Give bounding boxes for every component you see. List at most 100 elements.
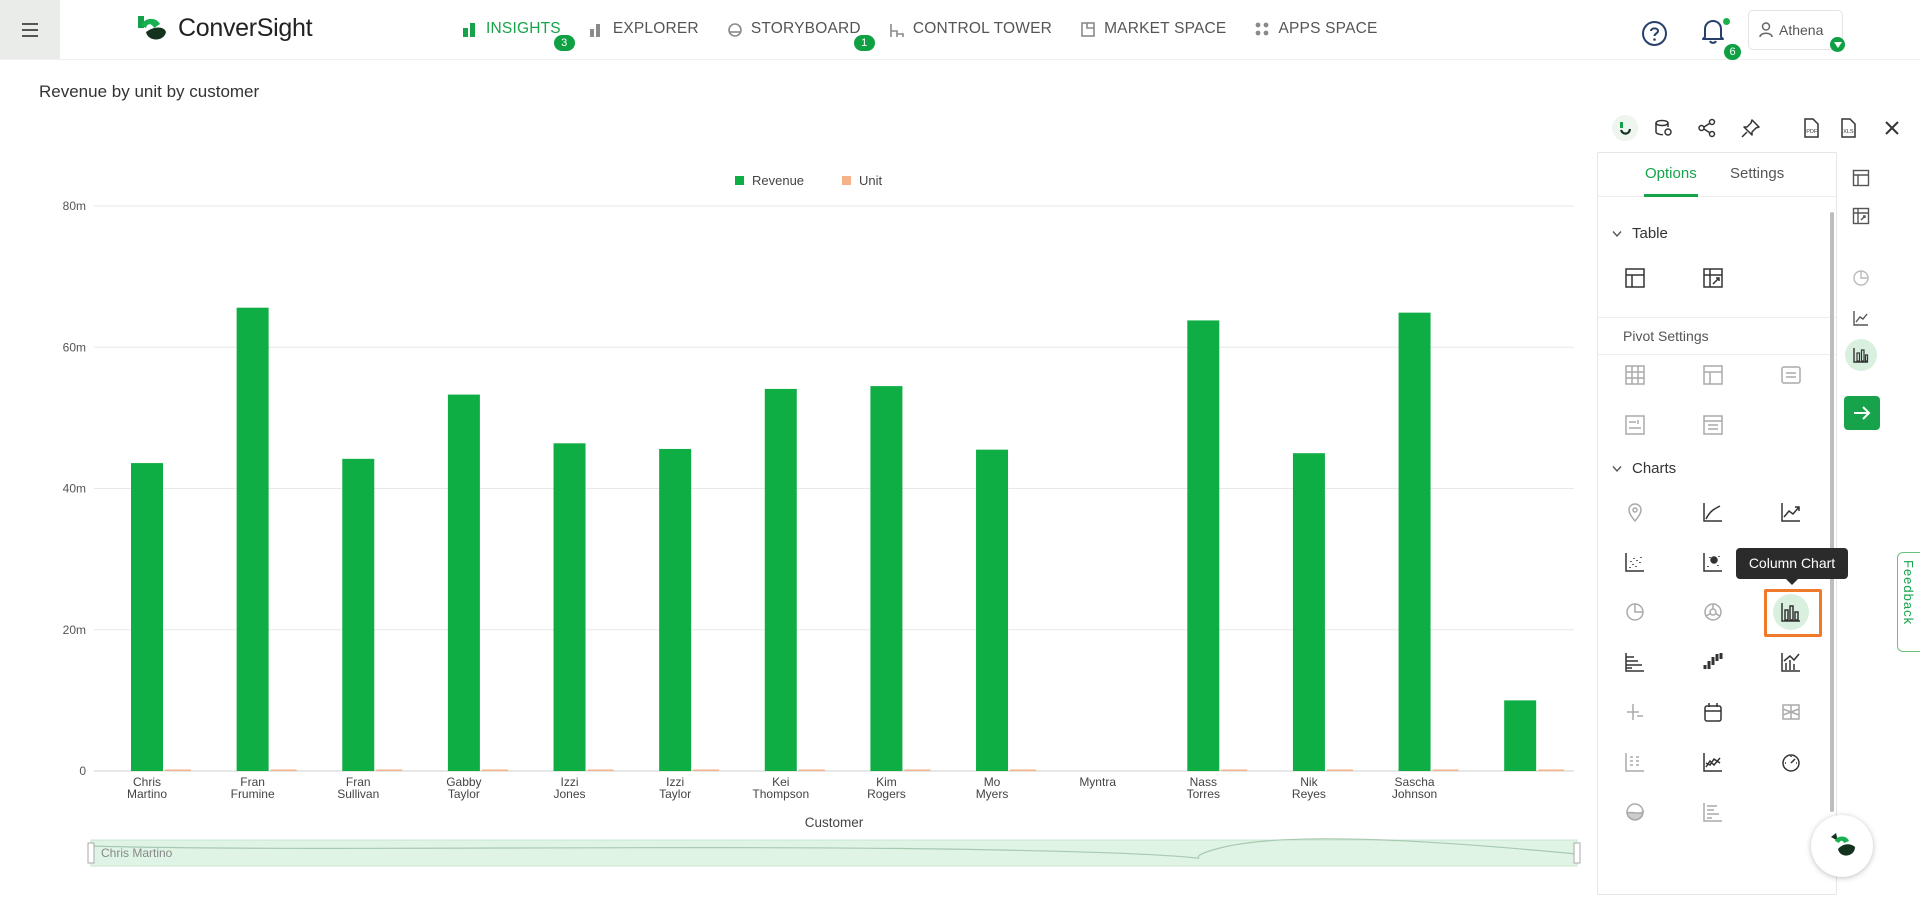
nav-control-tower[interactable]: CONTROL TOWER xyxy=(889,20,1052,38)
unit-bar xyxy=(1010,769,1037,771)
option-gauge-chart-button[interactable] xyxy=(1773,744,1809,780)
assistant-mini-button[interactable] xyxy=(1612,115,1638,141)
zoom-handle-right[interactable] xyxy=(1573,842,1581,864)
unit-bar xyxy=(798,769,825,771)
option-column-chart-button[interactable] xyxy=(1773,594,1809,630)
y-tick-label: 0 xyxy=(79,764,86,778)
close-button[interactable] xyxy=(1879,115,1905,141)
revenue-unit-chart: 020m40m60m80mRevenue UnitChrisMartinoFran… xyxy=(63,173,1581,867)
area-line-chart-icon xyxy=(1781,503,1800,522)
option-donut-chart-button[interactable] xyxy=(1695,594,1731,630)
calendar-icon xyxy=(1704,703,1722,722)
option-crosshair-chart-button[interactable] xyxy=(1617,694,1653,730)
rail-line-button[interactable] xyxy=(1845,302,1877,334)
option-pie-chart-button[interactable] xyxy=(1617,594,1653,630)
x-tick-label: Reyes xyxy=(1292,787,1326,801)
user-menu-caret[interactable] xyxy=(1830,37,1845,52)
unit-bar xyxy=(904,769,931,771)
pivot-settings-header: Pivot Settings xyxy=(1598,317,1836,355)
svg-text:XLS: XLS xyxy=(1843,129,1854,135)
rail-column-button[interactable] xyxy=(1845,339,1877,371)
option-table-button[interactable] xyxy=(1617,260,1653,296)
nav-market-space[interactable]: MARKET SPACE xyxy=(1080,20,1226,38)
gauge-chart-icon xyxy=(1782,754,1800,772)
option-funnel-chart-button[interactable] xyxy=(1773,694,1809,730)
zoom-handle-left[interactable] xyxy=(87,842,95,864)
rail-table-button[interactable] xyxy=(1845,162,1877,194)
option-bar-chart-button[interactable] xyxy=(1617,644,1653,680)
export-excel-button[interactable]: XLS xyxy=(1835,115,1861,141)
chevron-down-icon xyxy=(1612,465,1622,472)
column-chart-tooltip: Column Chart xyxy=(1736,548,1848,585)
option-filter-settings-button[interactable] xyxy=(1617,407,1653,443)
apply-arrow-button[interactable] xyxy=(1844,396,1880,430)
zoom-slider-track[interactable] xyxy=(90,839,1578,867)
option-waterfall-chart-button[interactable] xyxy=(1695,644,1731,680)
nav-storyboard[interactable]: STORYBOARD 1 xyxy=(727,20,875,51)
unit-bar xyxy=(1326,769,1353,771)
rail-pivot-button[interactable] xyxy=(1845,200,1877,232)
rail-pie-button[interactable] xyxy=(1845,262,1877,294)
tab-settings[interactable]: Settings xyxy=(1730,165,1784,182)
option-list-table-button[interactable] xyxy=(1695,407,1731,443)
user-menu-button[interactable]: Athena xyxy=(1748,10,1845,52)
panel-scrollbar[interactable] xyxy=(1830,212,1834,812)
nav-explorer[interactable]: EXPLORER xyxy=(589,20,699,38)
option-line-chart-button[interactable] xyxy=(1695,494,1731,530)
option-combo-chart-button[interactable] xyxy=(1773,644,1809,680)
assistant-fab[interactable] xyxy=(1811,815,1873,877)
insights-bar-icon xyxy=(463,22,475,37)
option-timeline-button[interactable] xyxy=(1695,794,1731,830)
section-charts-toggle[interactable]: Charts xyxy=(1612,460,1676,477)
help-button[interactable] xyxy=(1641,20,1668,47)
data-source-button[interactable] xyxy=(1650,115,1676,141)
panel-tabs: Options Settings xyxy=(1598,153,1836,197)
revenue-bar xyxy=(1187,320,1220,771)
option-map-pin-button[interactable] xyxy=(1617,494,1653,530)
option-grid-button[interactable] xyxy=(1617,357,1653,393)
chevron-down-icon xyxy=(1833,41,1842,48)
option-scatter-chart-button[interactable] xyxy=(1617,544,1653,580)
option-liquid-fill-button[interactable] xyxy=(1617,794,1653,830)
tab-options[interactable]: Options xyxy=(1645,165,1697,182)
top-bar: ConverSight INSIGHTS 3 EXPLORER STORYBOARD 1… xyxy=(0,0,1920,60)
page-title: Revenue by unit by customer xyxy=(39,82,260,101)
grid-icon xyxy=(1625,365,1645,385)
bubble-chart-icon xyxy=(1703,553,1722,572)
revenue-bar xyxy=(1292,453,1325,771)
option-dot-matrix-button[interactable] xyxy=(1617,744,1653,780)
pin-button[interactable] xyxy=(1738,115,1764,141)
nav-insights[interactable]: INSIGHTS 3 xyxy=(462,20,575,51)
unit-bar xyxy=(1221,769,1248,771)
bell-icon xyxy=(1702,20,1724,44)
option-area-line-chart-button[interactable] xyxy=(1773,494,1809,530)
revenue-bar xyxy=(764,388,797,771)
map-pin-icon xyxy=(1628,503,1642,523)
option-layout-button[interactable] xyxy=(1695,357,1731,393)
option-rows-button[interactable] xyxy=(1773,357,1809,393)
x-tick-label: Frumine xyxy=(231,787,275,801)
section-table-toggle[interactable]: Table xyxy=(1612,225,1668,242)
share-button[interactable] xyxy=(1694,115,1720,141)
scatter-chart-icon xyxy=(1625,553,1644,572)
option-pivot-table-button[interactable] xyxy=(1695,260,1731,296)
y-tick-label: 40m xyxy=(63,482,86,496)
notification-count-badge: 6 xyxy=(1724,44,1741,60)
revenue-bar xyxy=(447,394,480,771)
zoom-slider-label[interactable]: Chris Martino xyxy=(101,846,173,860)
option-calendar-button[interactable] xyxy=(1695,694,1731,730)
notifications-button[interactable]: 6 xyxy=(1701,18,1741,60)
explorer-bar-icon xyxy=(589,23,600,37)
nav-apps-space[interactable]: APPS SPACE xyxy=(1254,20,1377,38)
menu-toggle-button[interactable] xyxy=(0,0,60,59)
export-pdf-button[interactable]: PDF xyxy=(1798,115,1824,141)
option-bubble-chart-button[interactable] xyxy=(1695,544,1731,580)
notification-dot xyxy=(1723,18,1730,25)
option-trend-chart-button[interactable] xyxy=(1695,744,1731,780)
brand-logo[interactable]: ConverSight xyxy=(134,12,313,44)
crosshair-chart-icon xyxy=(1627,704,1643,720)
unit-bar xyxy=(376,769,403,771)
nav-label: EXPLORER xyxy=(612,20,699,37)
x-tick-label: Sullivan xyxy=(337,787,379,801)
filter-settings-icon xyxy=(1625,415,1645,435)
